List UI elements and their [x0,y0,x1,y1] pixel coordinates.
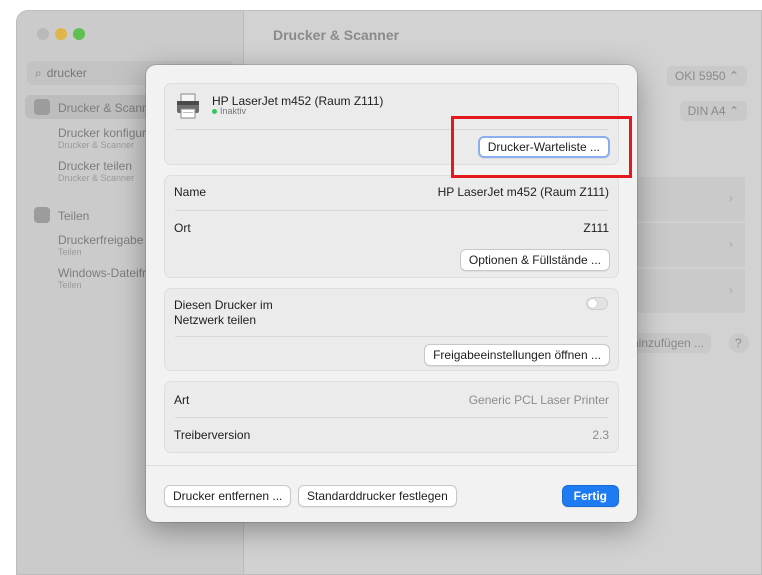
share-toggle[interactable] [586,297,608,310]
zoom-window-button[interactable] [73,28,85,40]
status-badge: Inaktiv [220,106,247,116]
driver-info-group: Art Generic PCL Laser Printer Treiberver… [164,381,619,453]
ort-value: Z111 [583,221,609,235]
paper-size-select[interactable]: DIN A4 ⌃ [679,101,747,121]
printer-icon [34,99,50,115]
default-printer-select[interactable]: OKI 5950 ⌃ [666,66,747,86]
remove-printer-button[interactable]: Drucker entfernen ... [164,485,292,507]
driver-version-label: Treiberversion [174,428,251,442]
page-title: Drucker & Scanner [273,27,400,43]
share-icon [34,207,50,223]
add-printer-button[interactable]: hinzufügen ... [625,333,712,353]
options-supplies-button[interactable]: Optionen & Füllstände ... [459,249,610,271]
chevron-right-icon: › [729,191,733,205]
divider [175,210,608,211]
close-window-button[interactable] [37,28,49,40]
driver-version-value: 2.3 [592,428,609,442]
sidebar-item-sub: Drucker & Scanner [58,173,135,183]
sidebar-item-sub: Teilen [58,247,82,257]
toggle-knob [588,299,597,308]
sharing-settings-button[interactable]: Freigabeeinstellungen öffnen ... [424,344,610,366]
sidebar-item-teilen[interactable]: Teilen [58,209,89,223]
printer-info-group: Name HP LaserJet m452 (Raum Z111) Ort Z1… [164,175,619,278]
status-dot [212,109,217,114]
art-label: Art [174,393,190,407]
chevron-right-icon: › [729,237,733,251]
chevron-right-icon: › [729,283,733,297]
sidebar-item-drucker-teilen[interactable]: Drucker teilen [58,159,132,173]
name-value: HP LaserJet m452 (Raum Z111) [437,185,609,199]
divider [175,417,608,418]
divider [175,336,608,337]
help-button[interactable]: ? [729,333,749,353]
art-value: Generic PCL Laser Printer [468,393,609,407]
share-label: Diesen Drucker im Netzwerk teilen [174,298,273,327]
name-label: Name [174,185,207,199]
highlight-annotation [451,116,632,178]
sidebar-item-druckerfreigabe[interactable]: Druckerfreigabe [58,233,143,247]
printer-icon [177,93,199,119]
minimize-window-button[interactable] [55,28,67,40]
set-default-printer-button[interactable]: Standarddrucker festlegen [298,485,457,507]
share-group: Diesen Drucker im Netzwerk teilen Freiga… [164,288,619,371]
sidebar-item-sub: Teilen [58,280,82,290]
search-icon: ⌕ [35,65,42,80]
ort-label: Ort [174,221,191,235]
sidebar-item-sub: Drucker & Scanner [58,140,135,150]
search-value: drucker [46,66,87,80]
footer-divider [146,465,637,466]
sidebar-item-label: Drucker & Scanner [58,101,160,115]
done-button[interactable]: Fertig [561,485,619,507]
